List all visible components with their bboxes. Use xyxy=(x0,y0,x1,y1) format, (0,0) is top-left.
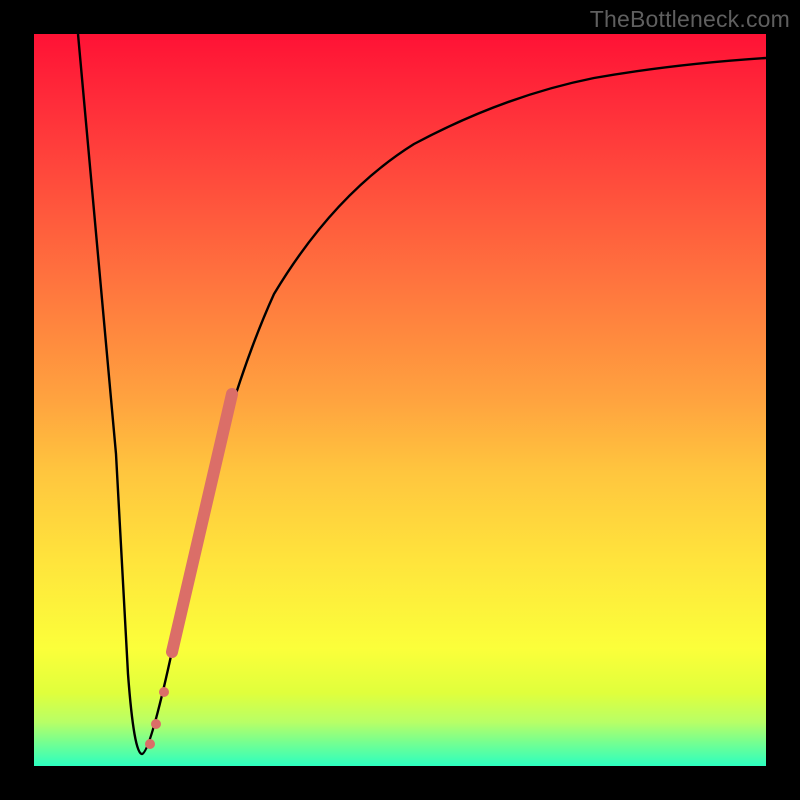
chart-svg xyxy=(34,34,766,766)
bead-segment xyxy=(172,394,232,652)
plot-area xyxy=(34,34,766,766)
bead-dot xyxy=(159,687,169,697)
bead-dot xyxy=(151,719,161,729)
chart-frame: TheBottleneck.com xyxy=(0,0,800,800)
watermark-text: TheBottleneck.com xyxy=(590,6,790,33)
bottleneck-curve xyxy=(78,34,766,754)
bead-dot xyxy=(145,739,155,749)
